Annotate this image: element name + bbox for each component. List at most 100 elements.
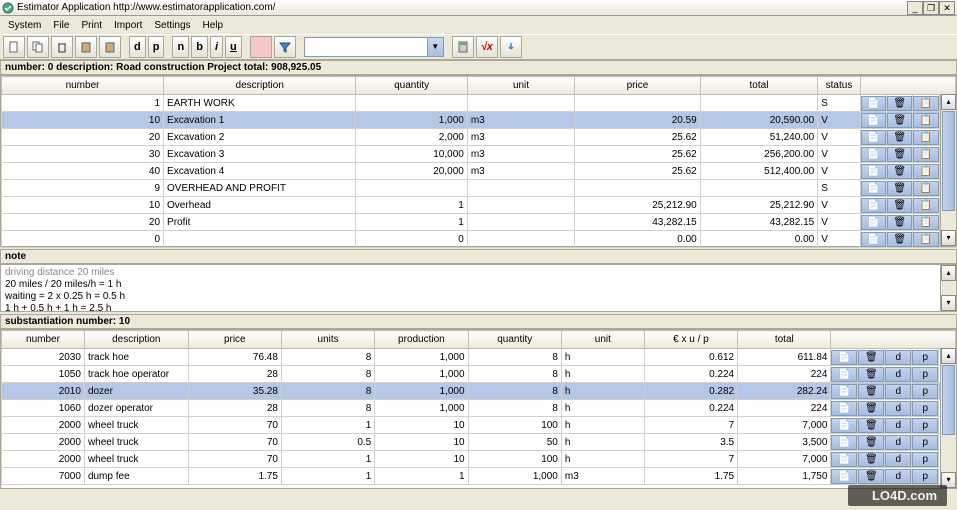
col-description[interactable]: description — [164, 77, 356, 95]
col-quantity[interactable]: quantity — [356, 77, 467, 95]
table-row[interactable]: 1050track hoe operator2881,0008h0.224224… — [2, 366, 956, 383]
col2-description[interactable]: description — [84, 331, 188, 349]
combo-input[interactable]: ▼ — [304, 37, 444, 57]
p-button[interactable]: p — [912, 469, 938, 484]
edit-icon[interactable]: 📄 — [861, 130, 886, 145]
copy-icon[interactable]: 📋 — [913, 181, 938, 196]
paste2-icon[interactable] — [99, 36, 121, 58]
p-button[interactable]: p — [912, 401, 938, 416]
b-button[interactable]: b — [191, 36, 208, 58]
copy-icon[interactable]: 📋 — [913, 147, 938, 162]
menu-file[interactable]: File — [47, 18, 75, 33]
copy-icon[interactable]: 📋 — [913, 215, 938, 230]
delete-icon[interactable]: 🗑 — [887, 198, 912, 213]
i-button[interactable]: i — [210, 36, 223, 58]
col-status[interactable]: status — [818, 77, 861, 95]
table-row[interactable]: 000.000.00V📄🗑📋 — [2, 231, 956, 248]
col-number[interactable]: number — [2, 77, 164, 95]
menu-settings[interactable]: Settings — [148, 18, 196, 33]
d-button[interactable]: d — [885, 367, 911, 382]
copy-icon[interactable]: 📋 — [913, 113, 938, 128]
delete-icon[interactable]: 🗑 — [858, 384, 884, 399]
p-button[interactable]: p — [148, 36, 165, 58]
table-row[interactable]: 2030track hoe76.4881,0008h0.612611.84📄🗑d… — [2, 349, 956, 366]
col2-number[interactable]: number — [2, 331, 85, 349]
edit-icon[interactable]: 📄 — [861, 215, 886, 230]
delete-icon[interactable]: 🗑 — [887, 232, 912, 247]
p-button[interactable]: p — [912, 350, 938, 365]
scrollbar-v2[interactable]: ▴▾ — [940, 348, 956, 488]
table-row[interactable]: 10Excavation 11,000m320.5920,590.00V📄🗑📋 — [2, 112, 956, 129]
col2-units[interactable]: units — [281, 331, 374, 349]
delete-icon[interactable]: 🗑 — [887, 164, 912, 179]
chevron-down-icon[interactable]: ▼ — [427, 38, 443, 56]
table-row[interactable]: 20Excavation 22,000m325.6251,240.00V📄🗑📋 — [2, 129, 956, 146]
col2-total[interactable]: total — [738, 331, 831, 349]
d-button[interactable]: d — [885, 418, 911, 433]
edit-icon[interactable]: 📄 — [831, 469, 857, 484]
table-row[interactable]: 40Excavation 420,000m325.62512,400.00V📄🗑… — [2, 163, 956, 180]
d-button[interactable]: d — [885, 452, 911, 467]
table-row[interactable]: 2000wheel truck70110100h77,000📄🗑dp — [2, 451, 956, 468]
table-row[interactable]: 7000dump fee1.75111,000m31.751,750📄🗑dp — [2, 468, 956, 485]
table-row[interactable]: 9OVERHEAD AND PROFITS📄🗑📋 — [2, 180, 956, 197]
table-row[interactable]: 30Excavation 310,000m325.62256,200.00V📄🗑… — [2, 146, 956, 163]
delete-icon[interactable] — [51, 36, 73, 58]
delete-icon[interactable]: 🗑 — [858, 401, 884, 416]
col2-price[interactable]: price — [188, 331, 281, 349]
copy-icon[interactable]: 📋 — [913, 130, 938, 145]
col-total[interactable]: total — [700, 77, 817, 95]
scroll-thumb[interactable] — [942, 111, 955, 211]
d-button[interactable]: d — [885, 435, 911, 450]
note-scrollbar[interactable]: ▴▾ — [940, 265, 956, 311]
menu-system[interactable]: System — [2, 18, 47, 33]
copy-icon[interactable]: 📋 — [913, 198, 938, 213]
col-price[interactable]: price — [575, 77, 701, 95]
edit-icon[interactable]: 📄 — [861, 181, 886, 196]
menu-import[interactable]: Import — [108, 18, 148, 33]
filter-icon[interactable] — [274, 36, 296, 58]
menu-print[interactable]: Print — [75, 18, 108, 33]
d-button[interactable]: d — [129, 36, 146, 58]
arrow-icon[interactable] — [500, 36, 522, 58]
table-row[interactable]: 10Overhead125,212.9025,212.90V📄🗑📋 — [2, 197, 956, 214]
edit-icon[interactable]: 📄 — [831, 384, 857, 399]
table-row[interactable]: 2010dozer35.2881,0008h0.282282.24📄🗑dp — [2, 383, 956, 400]
p-button[interactable]: p — [912, 418, 938, 433]
delete-icon[interactable]: 🗑 — [887, 181, 912, 196]
edit-icon[interactable]: 📄 — [831, 452, 857, 467]
p-button[interactable]: p — [912, 367, 938, 382]
edit-icon[interactable]: 📄 — [831, 401, 857, 416]
edit-icon[interactable]: 📄 — [831, 418, 857, 433]
copy-icon[interactable]: 📋 — [913, 96, 938, 111]
table-row[interactable]: 2000wheel truck700.51050h3.53,500📄🗑dp — [2, 434, 956, 451]
menu-help[interactable]: Help — [197, 18, 230, 33]
delete-icon[interactable]: 🗑 — [887, 215, 912, 230]
delete-icon[interactable]: 🗑 — [858, 435, 884, 450]
col2-production[interactable]: production — [375, 331, 468, 349]
table-row[interactable]: 2000wheel truck70110100h77,000📄🗑dp — [2, 417, 956, 434]
note-text[interactable]: driving distance 20 miles 20 miles / 20 … — [0, 264, 957, 312]
fx-button[interactable]: √x — [476, 36, 498, 58]
copy-icon[interactable]: 📋 — [913, 232, 938, 247]
edit-icon[interactable]: 📄 — [831, 367, 857, 382]
delete-icon[interactable]: 🗑 — [858, 350, 884, 365]
close-button[interactable]: ✕ — [939, 1, 955, 15]
edit-icon[interactable]: 📄 — [861, 232, 886, 247]
table-row[interactable]: 1EARTH WORKS📄🗑📋 — [2, 95, 956, 112]
p-button[interactable]: p — [912, 435, 938, 450]
delete-icon[interactable]: 🗑 — [887, 147, 912, 162]
copy-icon[interactable]: 📋 — [913, 164, 938, 179]
d-button[interactable]: d — [885, 469, 911, 484]
edit-icon[interactable]: 📄 — [831, 350, 857, 365]
d-button[interactable]: d — [885, 384, 911, 399]
p-button[interactable]: p — [912, 452, 938, 467]
col2-quantity[interactable]: quantity — [468, 331, 561, 349]
d-button[interactable]: d — [885, 401, 911, 416]
delete-icon[interactable]: 🗑 — [887, 130, 912, 145]
scroll-down-icon[interactable]: ▾ — [941, 230, 956, 246]
table-row[interactable]: 1060dozer operator2881,0008h0.224224📄🗑dp — [2, 400, 956, 417]
p-button[interactable]: p — [912, 384, 938, 399]
delete-icon[interactable]: 🗑 — [858, 418, 884, 433]
minimize-button[interactable]: _ — [907, 1, 923, 15]
